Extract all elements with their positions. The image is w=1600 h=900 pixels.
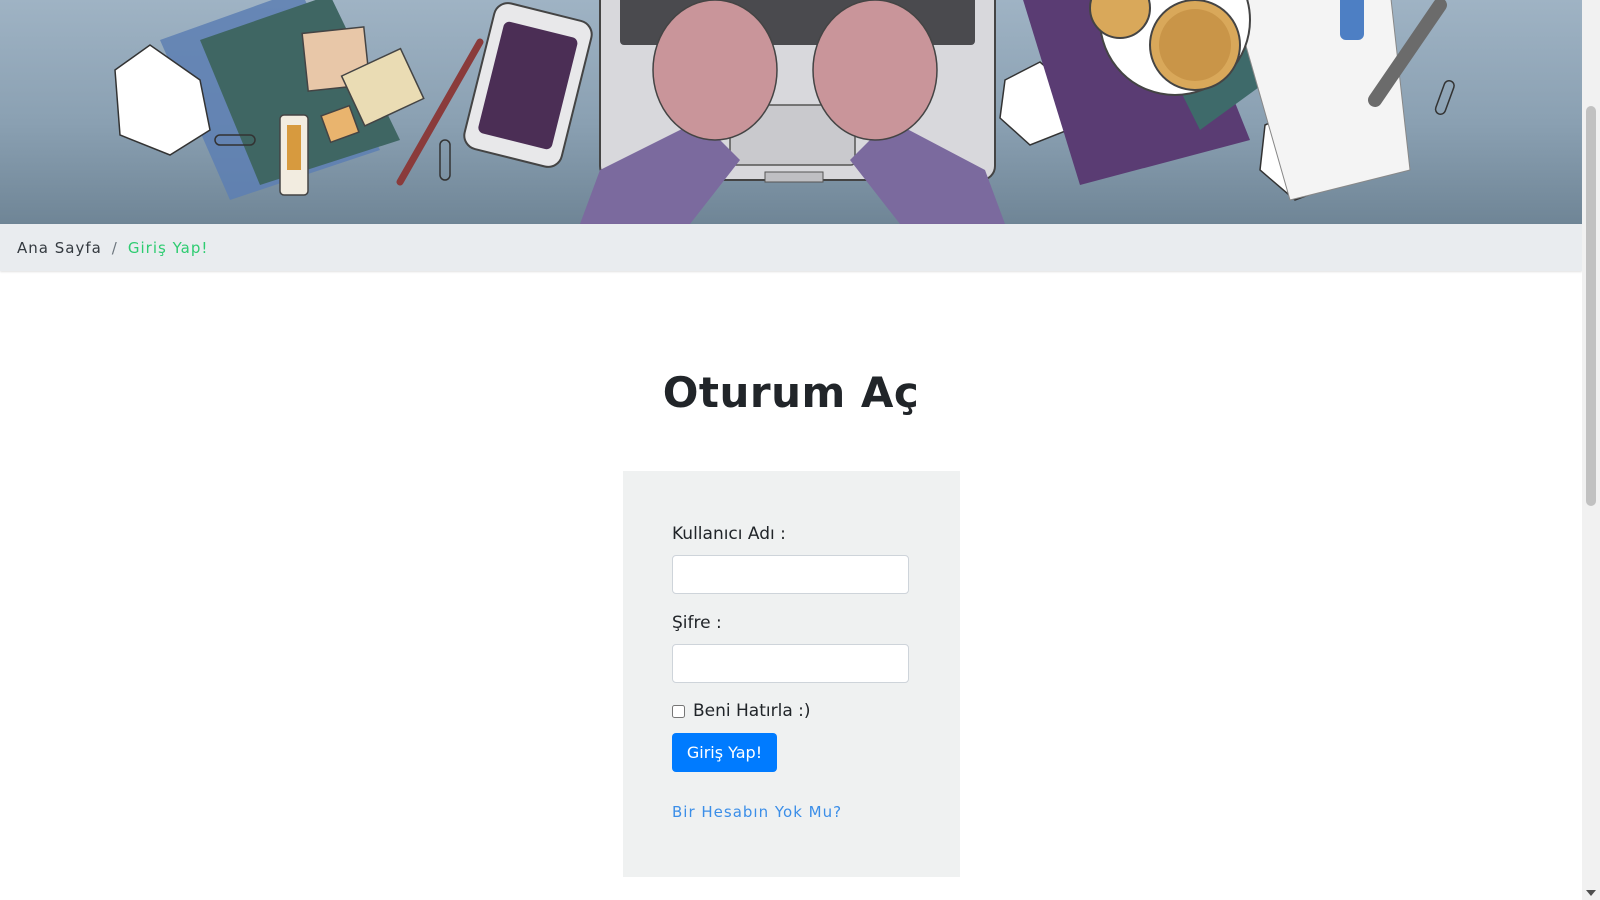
login-button[interactable]: Giriş Yap! <box>672 733 777 772</box>
desk-illustration-icon <box>114 0 1455 224</box>
password-input[interactable] <box>672 644 909 683</box>
username-label: Kullanıcı Adı : <box>672 524 786 544</box>
login-card: Kullanıcı Adı : Şifre : Beni Hatırla :) … <box>623 471 960 877</box>
page-title: Oturum Aç <box>662 368 920 417</box>
breadcrumb-home-link[interactable]: Ana Sayfa <box>17 239 102 257</box>
hero-banner <box>0 0 1582 224</box>
chevron-down-icon[interactable] <box>1586 890 1596 896</box>
remember-me-label: Beni Hatırla :) <box>693 701 811 721</box>
password-label: Şifre : <box>672 613 722 633</box>
breadcrumb-current: Giriş Yap! <box>127 238 209 257</box>
signup-link[interactable]: Bir Hesabın Yok Mu? <box>672 803 842 821</box>
scrollbar-thumb[interactable] <box>1586 106 1596 506</box>
page: Ana Sayfa / Giriş Yap! Oturum Aç Kullanı… <box>0 0 1582 900</box>
breadcrumb: Ana Sayfa / Giriş Yap! <box>0 224 1582 271</box>
remember-me-checkbox[interactable] <box>672 704 685 718</box>
scrollbar[interactable] <box>1582 0 1600 900</box>
remember-me-row: Beni Hatırla :) <box>672 701 811 721</box>
username-input[interactable] <box>672 555 909 594</box>
breadcrumb-separator: / <box>111 238 118 257</box>
